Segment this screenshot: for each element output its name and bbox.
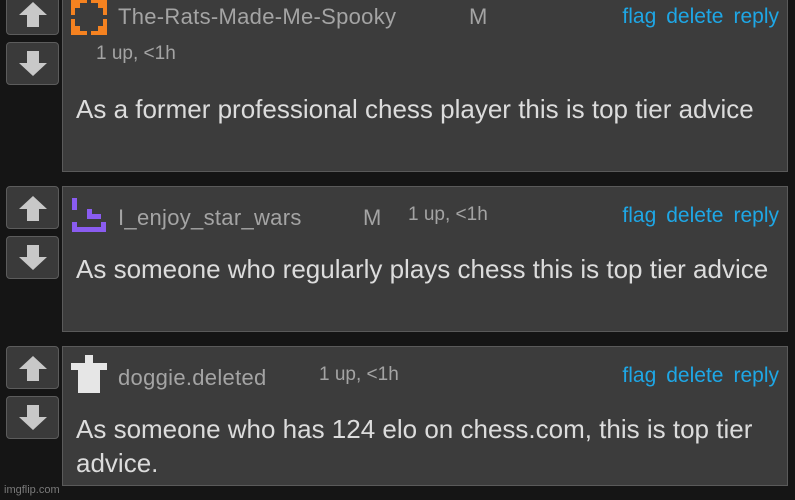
- comment-actions: flag delete reply: [622, 364, 779, 388]
- vote-controls: [6, 0, 61, 92]
- arrow-up-icon: [18, 195, 47, 221]
- watermark: imgflip.com: [4, 484, 60, 496]
- comment-meta: 1 up, <1h: [96, 43, 176, 64]
- comment-text: As someone who has 124 elo on chess.com,…: [76, 414, 753, 478]
- comments-canvas: The-Rats-Made-Me-Spooky M 1 up, <1h flag…: [0, 0, 795, 500]
- purple-smiley-icon[interactable]: [69, 195, 109, 235]
- delete-link[interactable]: delete: [666, 204, 723, 228]
- vote-controls: [6, 346, 61, 446]
- comment-meta: 1 up, <1h: [408, 204, 488, 225]
- reply-link[interactable]: reply: [733, 5, 779, 29]
- reply-link[interactable]: reply: [733, 204, 779, 228]
- reply-link[interactable]: reply: [733, 364, 779, 388]
- comment-text: As someone who regularly plays chess thi…: [76, 254, 769, 284]
- comment-meta: 1 up, <1h: [319, 364, 399, 385]
- comment-actions: flag delete reply: [622, 204, 779, 228]
- upvote-button[interactable]: [6, 186, 59, 229]
- arrow-down-icon: [18, 244, 47, 270]
- delete-link[interactable]: delete: [666, 364, 723, 388]
- comment-body: The-Rats-Made-Me-Spooky M 1 up, <1h flag…: [62, 0, 788, 172]
- comment-username[interactable]: I_enjoy_star_wars: [118, 205, 302, 231]
- flag-link[interactable]: flag: [622, 204, 656, 228]
- vote-controls: [6, 186, 61, 286]
- arrow-down-icon: [18, 50, 47, 76]
- downvote-button[interactable]: [6, 42, 59, 85]
- upvote-button[interactable]: [6, 0, 59, 35]
- comment: doggie.deleted 1 up, <1h flag delete rep…: [6, 346, 788, 486]
- arrow-down-icon: [18, 404, 47, 430]
- flag-link[interactable]: flag: [622, 5, 656, 29]
- downvote-button[interactable]: [6, 236, 59, 279]
- comment-username[interactable]: doggie.deleted: [118, 365, 267, 391]
- upvote-button[interactable]: [6, 346, 59, 389]
- comment-body: I_enjoy_star_wars M 1 up, <1h flag delet…: [62, 186, 788, 332]
- comment: I_enjoy_star_wars M 1 up, <1h flag delet…: [6, 186, 788, 332]
- mod-badge: M: [469, 4, 488, 29]
- arrow-up-icon: [18, 355, 47, 381]
- comment-username[interactable]: The-Rats-Made-Me-Spooky: [118, 4, 396, 30]
- arrow-up-icon: [18, 1, 47, 27]
- white-grave-cross-icon[interactable]: [69, 353, 109, 393]
- comment-body: doggie.deleted 1 up, <1h flag delete rep…: [62, 346, 788, 486]
- comment-text: As a former professional chess player th…: [76, 94, 754, 124]
- mod-badge: M: [363, 205, 382, 230]
- comment: The-Rats-Made-Me-Spooky M 1 up, <1h flag…: [6, 0, 788, 172]
- comment-actions: flag delete reply: [622, 5, 779, 29]
- flag-link[interactable]: flag: [622, 364, 656, 388]
- downvote-button[interactable]: [6, 396, 59, 439]
- delete-link[interactable]: delete: [666, 5, 723, 29]
- orange-corner-frame-icon[interactable]: [69, 0, 109, 37]
